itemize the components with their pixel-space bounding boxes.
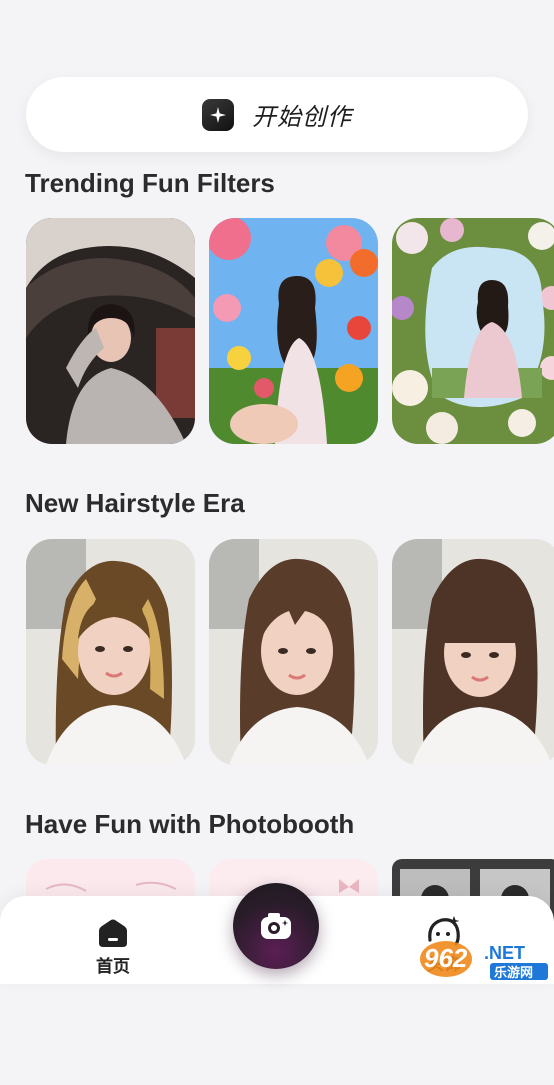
section-title-photobooth: Have Fun with Photobooth (25, 809, 355, 839)
hairstyle-card-bangs[interactable] (392, 539, 554, 765)
sparkle-icon (202, 98, 234, 131)
home-icon (99, 919, 127, 947)
section-title-trending: Trending Fun Filters (25, 168, 275, 198)
hairstyle-card-layered[interactable] (209, 539, 378, 765)
trending-row[interactable] (26, 218, 554, 444)
camera-icon (261, 913, 291, 939)
section-title-hairstyle: New Hairstyle Era (25, 488, 245, 518)
start-create-button[interactable]: 开始创作 (26, 77, 528, 152)
start-create-label: 开始创作 (252, 104, 352, 131)
nav-avatar[interactable]: 头饰 (412, 914, 476, 980)
avatar-icon (428, 916, 460, 946)
filter-card-flowers[interactable] (209, 218, 378, 444)
filter-card-car[interactable] (26, 218, 195, 444)
nav-avatar-label: 头饰 (427, 955, 461, 974)
nav-home-label: 首页 (96, 957, 130, 976)
hairstyle-card-highlights[interactable] (26, 539, 195, 765)
hairstyle-row[interactable] (26, 539, 554, 765)
filter-card-garden[interactable] (392, 218, 554, 444)
nav-home[interactable]: 首页 (82, 918, 144, 980)
camera-button[interactable] (233, 883, 319, 969)
